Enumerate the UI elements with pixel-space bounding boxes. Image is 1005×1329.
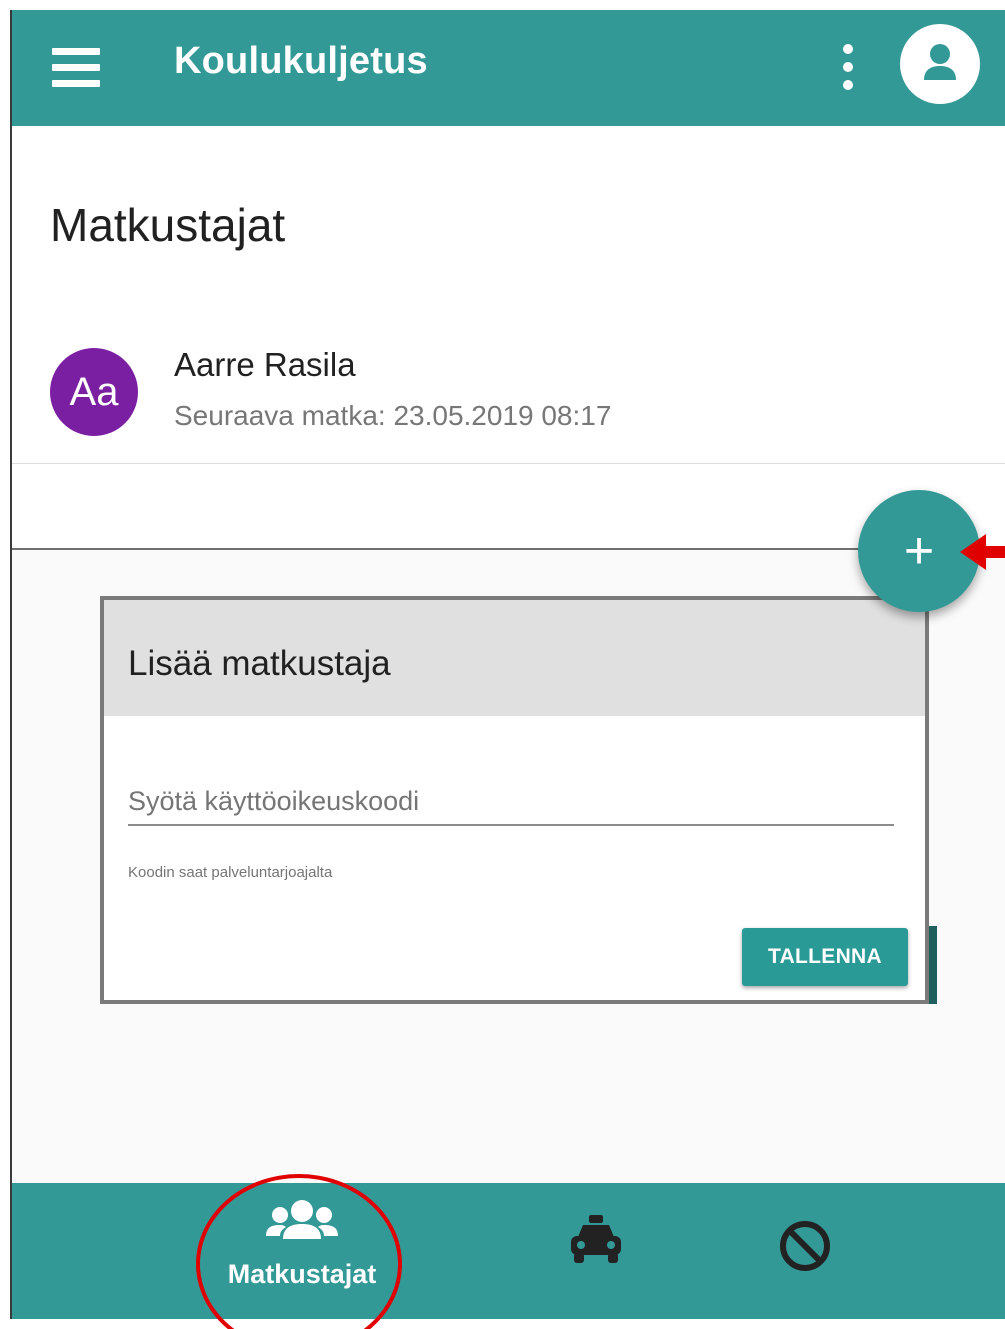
nav-label-passengers: Matkustajat (227, 1259, 377, 1289)
add-passenger-dialog: Lisää matkustaja Koodin saat palveluntar… (100, 596, 929, 1004)
add-passenger-fab[interactable]: + (858, 490, 980, 612)
app-frame: Koulukuljetus Matkustajat Aa Aarre Rasil… (10, 10, 1005, 1319)
app-title: Koulukuljetus (174, 40, 428, 82)
passenger-avatar: Aa (50, 348, 138, 436)
nav-item-passengers[interactable]: Matkustajat (210, 1191, 390, 1311)
app-bar: Koulukuljetus (12, 10, 1005, 126)
dialog-header: Lisää matkustaja (104, 600, 925, 716)
access-code-hint: Koodin saat palveluntarjoajalta (128, 864, 333, 881)
access-code-input[interactable] (128, 778, 894, 826)
dialog-title: Lisää matkustaja (128, 644, 391, 683)
hamburger-menu-icon[interactable] (52, 48, 100, 88)
more-vertical-icon[interactable] (838, 44, 858, 90)
page-title: Matkustajat (50, 199, 286, 251)
passenger-list-item[interactable]: Aa Aarre Rasila Seuraava matka: 23.05.20… (12, 332, 1005, 464)
plus-icon: + (903, 522, 935, 580)
nav-item-block[interactable] (778, 1219, 832, 1273)
dialog-shadow-edge (929, 926, 937, 1004)
nav-item-taxi[interactable] (566, 1213, 626, 1269)
passenger-next-trip: Seuraava matka: 23.05.2019 08:17 (174, 400, 612, 431)
users-icon (266, 1200, 338, 1239)
passenger-list-panel: Matkustajat Aa Aarre Rasila Seuraava mat… (12, 126, 1005, 550)
account-circle-icon[interactable] (900, 24, 980, 104)
bottom-navigation: Matkustajat (12, 1183, 1005, 1319)
save-button[interactable]: TALLENNA (742, 928, 908, 986)
taxi-icon (571, 1215, 621, 1263)
block-icon (780, 1221, 830, 1271)
passenger-name: Aarre Rasila (174, 346, 356, 383)
